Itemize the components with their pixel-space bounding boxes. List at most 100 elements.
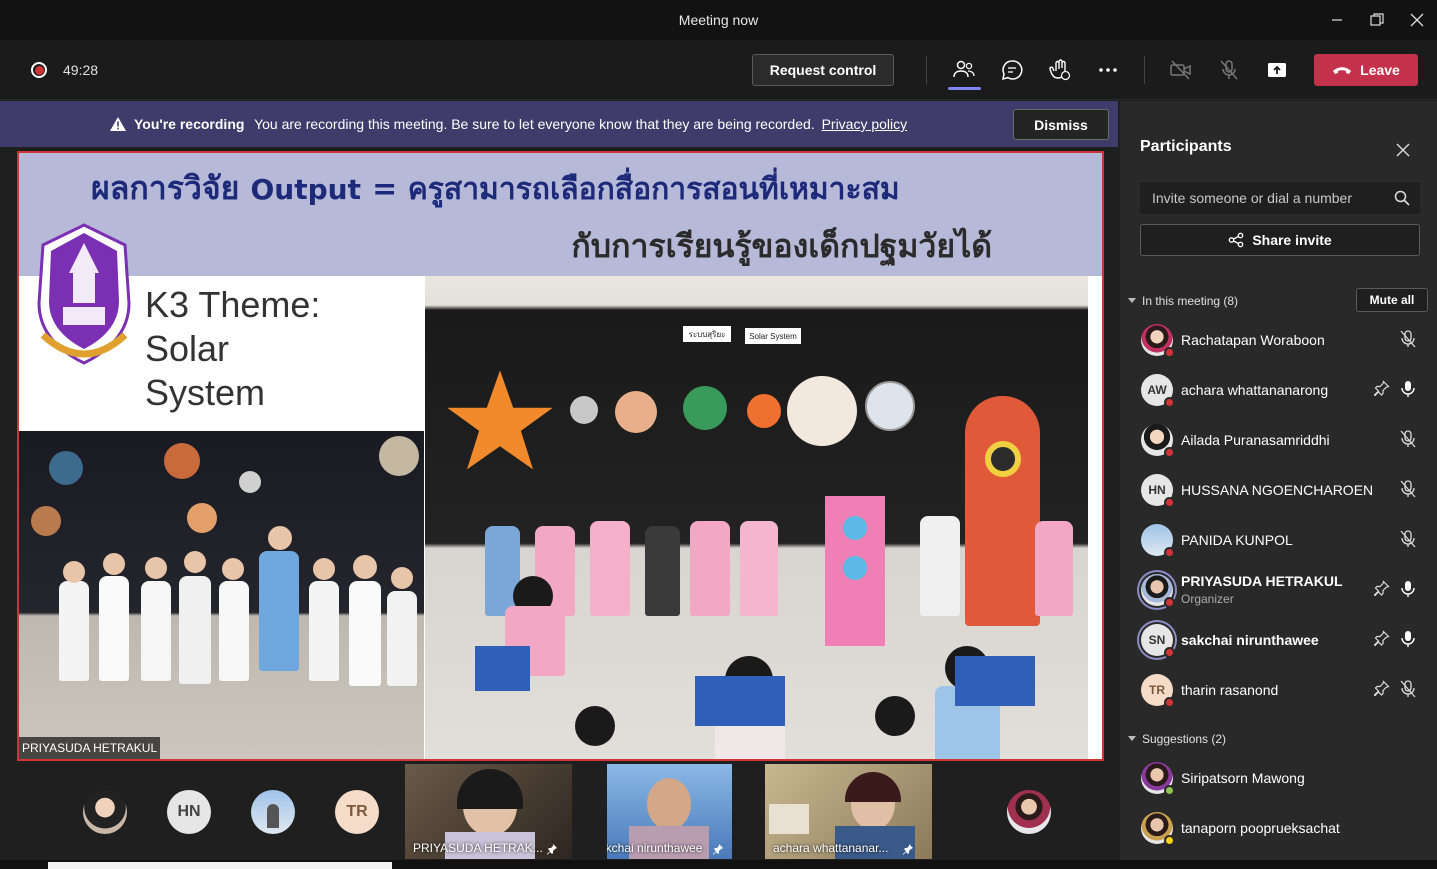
presence-status-icon <box>1164 835 1175 846</box>
pin-icon[interactable] <box>1373 380 1390 401</box>
banner-text: You're recording You are recording this … <box>134 116 907 132</box>
participant-avatar <box>1141 762 1175 796</box>
pin-icon[interactable] <box>1373 680 1390 701</box>
participant-avatar[interactable] <box>251 790 295 834</box>
pin-icon <box>713 844 723 855</box>
request-control-button[interactable]: Request control <box>752 54 894 86</box>
video-tile-sakchai[interactable]: sakchai nirunthawee <box>607 764 732 859</box>
mic-icon[interactable] <box>1400 630 1416 653</box>
close-icon <box>1410 13 1424 27</box>
participants-panel: Participants Invite someone or dial a nu… <box>1120 101 1437 861</box>
microphone-button[interactable] <box>1213 54 1245 86</box>
mic-off-icon[interactable] <box>1400 480 1416 503</box>
presence-busy-icon <box>1164 697 1175 708</box>
participant-row[interactable]: HN HUSSANA NGOENCHAROEN <box>1120 465 1437 515</box>
mic-icon[interactable] <box>1400 380 1416 403</box>
close-panel-icon[interactable] <box>1394 141 1412 159</box>
mic-off-icon[interactable] <box>1400 330 1416 353</box>
minimize-button[interactable] <box>1317 0 1357 40</box>
participant-avatar: AW <box>1141 374 1175 408</box>
participant-avatar: SN <box>1141 624 1175 658</box>
participant-name: PANIDA KUNPOL <box>1181 532 1293 548</box>
invite-input[interactable]: Invite someone or dial a number <box>1140 182 1420 214</box>
participant-row[interactable]: PRIYASUDA HETRAKUL Organizer <box>1120 565 1437 615</box>
banner-title: You're recording <box>134 116 245 132</box>
poster-label-thai: ระบบสุริยะ <box>683 326 731 342</box>
pin-icon[interactable] <box>1373 580 1390 601</box>
camera-button[interactable] <box>1165 54 1197 86</box>
video-tile-priyasuda[interactable]: PRIYASUDA HETRAK... <box>405 764 572 859</box>
active-tab-indicator <box>948 87 981 90</box>
classroom-photo-right: ระบบสุริยะ Solar System <box>425 276 1088 759</box>
restore-icon <box>1370 13 1384 26</box>
more-icon <box>1099 68 1117 72</box>
mic-icon[interactable] <box>1400 580 1416 603</box>
raise-hand-icon <box>1049 59 1071 81</box>
participants-button[interactable] <box>948 54 980 86</box>
chat-icon <box>1002 60 1023 81</box>
participant-avatar: HN <box>1141 474 1175 508</box>
video-tile-name: PRIYASUDA HETRAK... <box>413 841 543 855</box>
star-cutout <box>447 370 553 470</box>
meeting-timer: 49:28 <box>63 62 99 78</box>
dismiss-button[interactable]: Dismiss <box>1013 109 1109 140</box>
participant-initials: TR <box>1149 683 1165 697</box>
participant-row[interactable]: TR tharin rasanond <box>1120 665 1437 715</box>
suggestion-name: tanaporn pooprueksachat <box>1181 820 1340 836</box>
mic-off-icon[interactable] <box>1400 430 1416 453</box>
participant-row[interactable]: PANIDA KUNPOL <box>1120 515 1437 565</box>
restore-button[interactable] <box>1357 0 1397 40</box>
camera-off-icon <box>1170 60 1191 80</box>
people-icon <box>953 60 975 78</box>
theme-text: K3 Theme: Solar System <box>145 284 321 413</box>
more-actions-button[interactable] <box>1092 54 1124 86</box>
presence-busy-icon <box>1164 447 1175 458</box>
video-tile-achara[interactable]: achara whattananar... <box>765 764 932 859</box>
reactions-button[interactable] <box>1044 54 1076 86</box>
toolbar-divider <box>1144 56 1145 84</box>
participant-name: PRIYASUDA HETRAKUL <box>1181 573 1343 589</box>
participant-row[interactable]: Rachatapan Woraboon <box>1120 315 1437 365</box>
participant-row[interactable]: SN sakchai nirunthawee <box>1120 615 1437 665</box>
participant-row[interactable]: Ailada Puranasamriddhi <box>1120 415 1437 465</box>
participant-role: Organizer <box>1181 592 1234 606</box>
pin-icon <box>903 844 913 855</box>
in-meeting-section-toggle[interactable]: In this meeting (8) <box>1128 294 1238 308</box>
close-window-button[interactable] <box>1397 0 1437 40</box>
share-invite-button[interactable]: Share invite <box>1140 224 1420 256</box>
participant-avatar-hn[interactable]: HN <box>167 790 211 834</box>
search-icon[interactable] <box>1394 190 1410 206</box>
shared-screen[interactable]: ผลการวิจัย Output = ครูสามารถเลือกสื่อกา… <box>17 151 1104 761</box>
poster-label-solar: Solar System <box>745 328 801 344</box>
presence-busy-icon <box>1164 597 1175 608</box>
participant-name: achara whattananarong <box>1181 382 1329 398</box>
participant-name: Rachatapan Woraboon <box>1181 332 1325 348</box>
leave-button[interactable]: Leave <box>1314 54 1418 86</box>
suggestion-row[interactable]: tanaporn pooprueksachat <box>1120 803 1437 853</box>
participant-avatar-tr[interactable]: TR <box>335 790 379 834</box>
pin-icon[interactable] <box>1373 630 1390 651</box>
presence-busy-icon <box>1164 647 1175 658</box>
title-bar: Meeting now <box>0 0 1437 40</box>
mute-all-button[interactable]: Mute all <box>1356 288 1428 312</box>
participant-row[interactable]: AW achara whattananarong <box>1120 365 1437 415</box>
panel-title: Participants <box>1140 138 1232 155</box>
university-logo-icon <box>37 223 131 365</box>
suggestions-section-toggle[interactable]: Suggestions (2) <box>1128 732 1226 746</box>
participant-name: sakchai nirunthawee <box>1181 632 1319 648</box>
presence-busy-icon <box>1164 497 1175 508</box>
participant-avatar[interactable] <box>83 790 127 834</box>
chat-button[interactable] <box>996 54 1028 86</box>
privacy-policy-link[interactable]: Privacy policy <box>822 116 908 132</box>
video-tile-name: sakchai nirunthawee <box>607 841 703 855</box>
leave-label: Leave <box>1360 62 1400 78</box>
presence-status-icon <box>1164 785 1175 796</box>
window-controls <box>1317 0 1437 40</box>
suggestion-name: Siripatsorn Mawong <box>1181 770 1305 786</box>
participant-avatar[interactable] <box>1007 790 1051 834</box>
toolbar-divider <box>926 56 927 84</box>
mic-off-icon[interactable] <box>1400 530 1416 553</box>
suggestion-row[interactable]: Siripatsorn Mawong <box>1120 753 1437 803</box>
share-content-button[interactable] <box>1261 54 1293 86</box>
mic-off-icon[interactable] <box>1400 680 1416 703</box>
